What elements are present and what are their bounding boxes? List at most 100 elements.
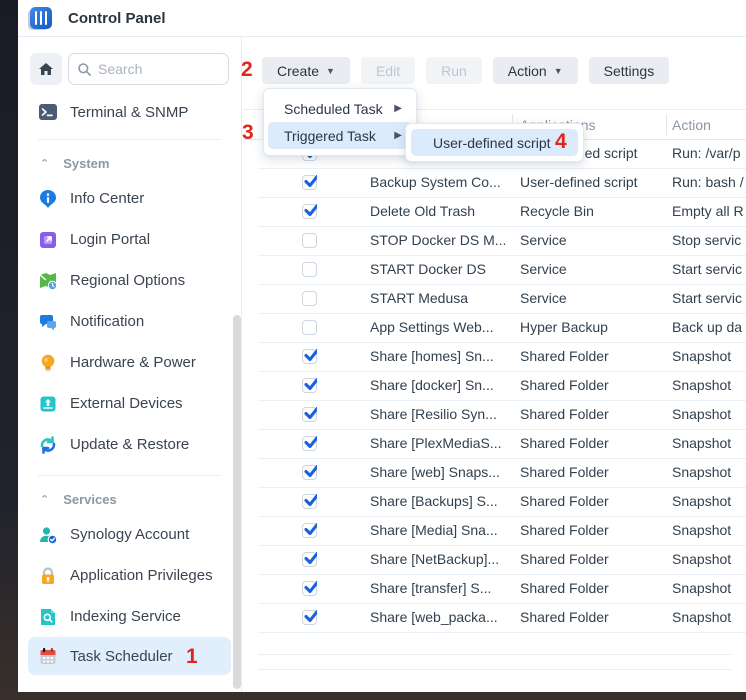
table-row[interactable]: Share [docker] Sn...Shared FolderSnapsho… [258,372,746,401]
sidebar-item-label: Indexing Service [70,608,181,625]
checkbox-checked[interactable] [302,407,317,422]
sidebar-item-application-privileges[interactable]: Application Privileges [18,555,241,596]
sidebar-item-indexing-service[interactable]: Indexing Service [18,596,241,637]
search-input[interactable] [98,61,220,77]
task-action: Snapshot [672,493,746,509]
sidebar-item-info-center[interactable]: Info Center [18,178,241,219]
task-name: START Medusa [370,290,505,306]
sidebar-item-label: Synology Account [70,526,189,543]
regional-options-icon [38,271,58,291]
table-row[interactable]: START MedusaServiceStart servic [258,285,746,314]
task-name: Share [Resilio Syn... [370,406,505,422]
sidebar-item-terminal-snmp[interactable]: Terminal & SNMP [18,95,241,129]
task-application: Hyper Backup [520,319,665,335]
annotation-number-3: 3 [242,121,254,145]
task-action: Stop servic [672,232,746,248]
table-row[interactable]: Share [web] Snaps...Shared FolderSnapsho… [258,459,746,488]
edit-button[interactable]: Edit [361,57,415,84]
task-application: Recycle Bin [520,203,665,219]
task-action: Snapshot [672,580,746,596]
sidebar-item-notification[interactable]: Notification [18,301,241,342]
menu-item-label: Scheduled Task [284,101,383,117]
table-row[interactable]: Share [transfer] S...Shared FolderSnapsh… [258,575,746,604]
sidebar-item-login-portal[interactable]: Login Portal [18,219,241,260]
sidebar-item-label: Terminal & SNMP [70,104,188,121]
task-action: Snapshot [672,435,746,451]
checkbox-checked[interactable] [302,204,317,219]
checkbox-unchecked[interactable] [302,320,317,335]
checkbox-checked[interactable] [302,378,317,393]
checkbox-checked[interactable] [302,465,317,480]
task-name: Share [Backups] S... [370,493,505,509]
task-action: Run: /var/p [672,145,746,161]
sidebar-divider [38,139,221,140]
checkbox-unchecked[interactable] [302,262,317,277]
checkbox-checked[interactable] [302,610,317,625]
checkbox-checked[interactable] [302,581,317,596]
menu-item-scheduled-task[interactable]: Scheduled Task▶ [268,95,412,122]
home-button[interactable] [30,53,62,85]
checkbox-checked[interactable] [302,436,317,451]
notification-icon [38,312,58,332]
menu-item-user-defined-script[interactable]: User-defined script [411,129,578,156]
sidebar-section-system[interactable]: ⌃System [18,148,241,178]
create-button[interactable]: Create▼ [262,57,350,84]
table-footer [258,654,731,670]
task-action: Snapshot [672,522,746,538]
table-row[interactable]: Share [Backups] S...Shared FolderSnapsho… [258,488,746,517]
indexing-service-icon [38,607,58,627]
table-row[interactable]: Share [web_packa...Shared FolderSnapshot [258,604,746,633]
table-row[interactable]: START Docker DSServiceStart servic [258,256,746,285]
sidebar-item-hardware-power[interactable]: Hardware & Power [18,342,241,383]
table-row[interactable]: Share [Resilio Syn... Shared Folder Snapsh… [258,401,746,430]
task-application: Shared Folder [520,377,665,393]
task-application: Shared Folder [520,406,665,422]
table-row[interactable]: Share [NetBackup]...Shared FolderSnapsho… [258,546,746,575]
run-button[interactable]: Run [426,57,482,84]
sidebar-item-task-scheduler[interactable]: Task Scheduler [28,637,231,675]
sidebar-scrollbar[interactable] [233,315,241,689]
sidebar-item-label: Notification [70,313,144,330]
task-action: Back up da [672,319,746,335]
task-action: Snapshot [672,377,746,393]
table-row[interactable]: App Settings Web... Hyper Backup Back up d… [258,314,746,343]
table-row[interactable]: Share [Media] Sna...Shared FolderSnapsho… [258,517,746,546]
task-name: Share [NetBackup]... [370,551,505,567]
sidebar-item-update-restore[interactable]: Update & Restore [18,424,241,465]
checkbox-checked[interactable] [302,523,317,538]
checkbox-checked[interactable] [302,552,317,567]
table-row[interactable]: Share [homes] Sn...Shared FolderSnapshot [258,343,746,372]
task-application: Service [520,232,665,248]
checkbox-unchecked[interactable] [302,291,317,306]
table-row[interactable]: Backup System Co...User-defined scriptRu… [258,169,746,198]
sidebar-item-regional-options[interactable]: Regional Options [18,260,241,301]
checkbox-checked[interactable] [302,175,317,190]
sidebar-item-label: Task Scheduler [70,648,173,665]
table-row[interactable]: STOP Docker DS M...ServiceStop servic [258,227,746,256]
task-action: Run: bash / [672,174,746,190]
task-action: Snapshot [672,406,746,422]
task-application: Shared Folder [520,580,665,596]
sidebar-item-synology-account[interactable]: Synology Account [18,514,241,555]
table-row[interactable]: Delete Old TrashRecycle BinEmpty all R [258,198,746,227]
menu-item-triggered-task[interactable]: Triggered Task▶ [268,122,412,149]
task-name: Share [PlexMediaS... [370,435,505,451]
settings-button[interactable]: Settings [589,57,670,84]
chevron-down-icon: ▼ [326,66,335,76]
search-field[interactable] [68,53,229,85]
sidebar-section-services[interactable]: ⌃Services [18,484,241,514]
checkbox-checked[interactable] [302,494,317,509]
table-row[interactable]: Share [PlexMediaS...Shared FolderSnapsho… [258,430,746,459]
login-portal-icon [38,230,58,250]
task-name: Share [Media] Sna... [370,522,505,538]
column-header-action[interactable]: Action [672,117,711,133]
checkbox-checked[interactable] [302,349,317,364]
task-name: Backup System Co... [370,174,505,190]
task-action: Snapshot [672,609,746,625]
checkbox-unchecked[interactable] [302,233,317,248]
sidebar-item-external-devices[interactable]: External Devices [18,383,241,424]
task-application: Service [520,261,665,277]
title-bar: Control Panel [18,0,746,37]
action-button[interactable]: Action▼ [493,57,578,84]
task-name: App Settings Web... [370,319,505,335]
